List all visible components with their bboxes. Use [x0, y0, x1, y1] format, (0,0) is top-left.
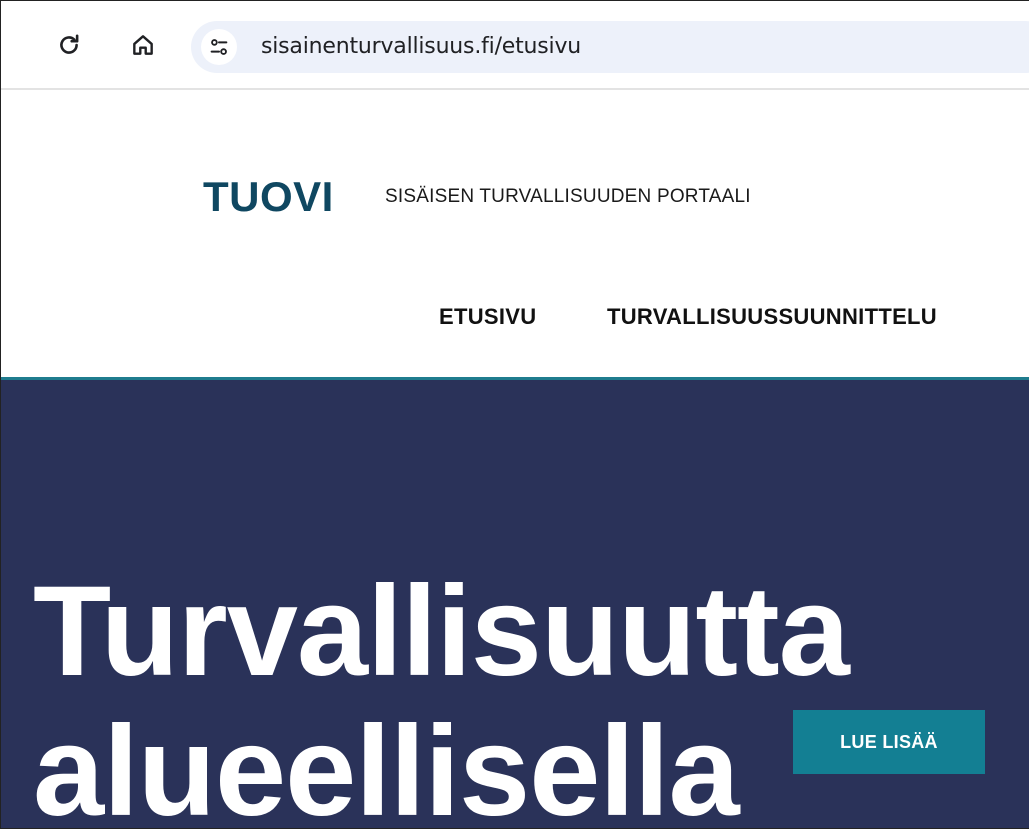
nav-item-turvallisuussuunnittelu[interactable]: TURVALLISUUSSUUNNITTELU	[607, 304, 937, 330]
hero-section: Turvallisuutta alueellisella LUE LISÄÄ	[1, 380, 1029, 829]
home-icon[interactable]	[127, 29, 159, 61]
browser-toolbar: sisainenturvallisuus.fi/etusivu	[1, 1, 1029, 90]
hero-title-line-2: alueellisella	[33, 700, 740, 829]
site-logo[interactable]: TUOVI	[203, 173, 334, 221]
site-header: TUOVI SISÄISEN TURVALLISUUDEN PORTAALI E…	[1, 90, 1029, 378]
site-settings-icon[interactable]	[201, 29, 237, 65]
site-tagline: SISÄISEN TURVALLISUUDEN PORTAALI	[385, 186, 751, 207]
address-bar[interactable]: sisainenturvallisuus.fi/etusivu	[191, 21, 1029, 73]
read-more-button[interactable]: LUE LISÄÄ	[793, 710, 985, 774]
reload-icon[interactable]	[53, 29, 85, 61]
browser-window: sisainenturvallisuus.fi/etusivu TUOVI SI…	[0, 0, 1029, 829]
hero-title-line-1: Turvallisuutta	[33, 560, 850, 703]
url-text[interactable]: sisainenturvallisuus.fi/etusivu	[261, 34, 581, 59]
nav-item-etusivu[interactable]: ETUSIVU	[439, 304, 536, 330]
